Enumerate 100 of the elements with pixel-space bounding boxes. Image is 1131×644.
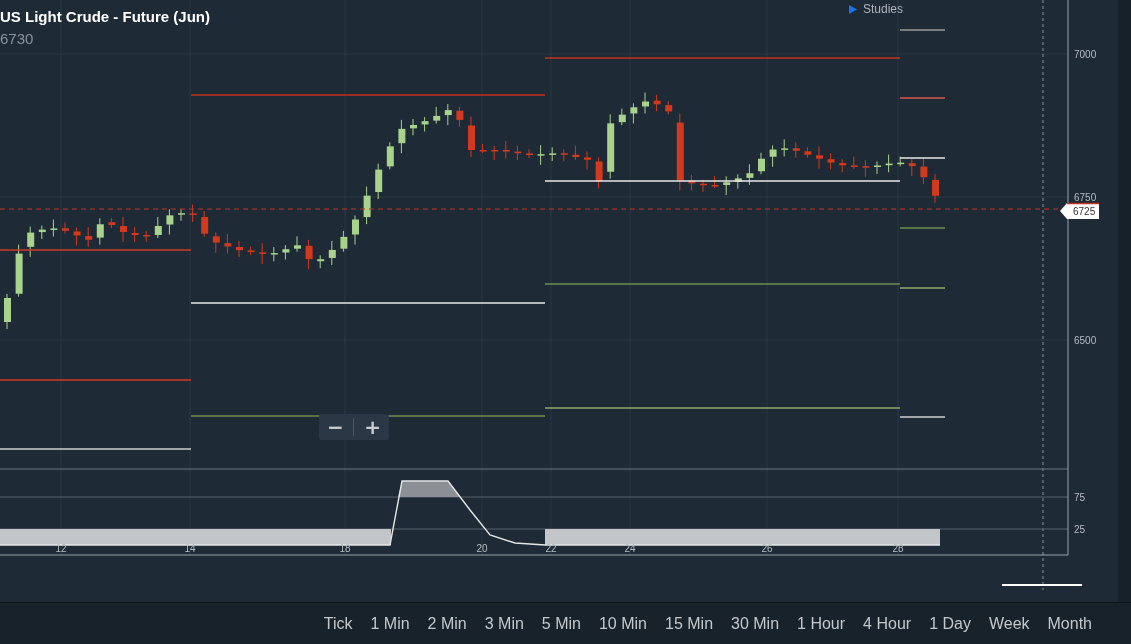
studies-toggle[interactable]: Studies xyxy=(848,2,904,16)
timeframe-button[interactable]: Week xyxy=(979,614,1039,633)
timeframe-button[interactable]: 1 Day xyxy=(920,614,980,633)
candle xyxy=(317,254,325,269)
candle xyxy=(224,233,232,254)
candle xyxy=(398,119,406,154)
candle xyxy=(120,216,127,243)
timeframe-button[interactable]: Month xyxy=(1038,614,1101,633)
current-price-tag xyxy=(1060,202,1100,219)
candle xyxy=(572,145,580,161)
zoom-out-button[interactable]: − xyxy=(320,417,350,437)
candle xyxy=(131,226,139,243)
candle xyxy=(201,210,209,238)
candle xyxy=(178,208,185,222)
level-line xyxy=(899,29,946,31)
candle xyxy=(270,246,278,262)
time-axis-label: 20 xyxy=(476,543,488,554)
indicator-axis-label: 75 xyxy=(1074,492,1086,503)
price-axis-label: 6500 xyxy=(1074,335,1097,346)
candle xyxy=(352,215,359,245)
candle xyxy=(607,113,615,180)
timeframe-button[interactable]: Tick xyxy=(314,614,362,633)
level-line xyxy=(899,287,946,289)
timeframe-button[interactable]: 4 Hour xyxy=(854,614,921,633)
timeframe-button[interactable]: 5 Min xyxy=(532,614,590,633)
candle xyxy=(816,145,823,170)
timeframe-button[interactable]: 30 Min xyxy=(722,614,789,633)
time-axis-label: 22 xyxy=(545,543,557,554)
candle xyxy=(154,216,162,239)
timeframe-button[interactable]: 15 Min xyxy=(656,614,723,633)
candle xyxy=(143,230,151,243)
candle xyxy=(502,140,510,159)
time-axis-label: 18 xyxy=(339,543,351,554)
candle xyxy=(73,226,81,246)
candle xyxy=(827,152,835,171)
candle xyxy=(526,149,533,159)
candle xyxy=(328,240,336,266)
zoom-in-button[interactable]: + xyxy=(358,417,388,437)
candle xyxy=(62,221,69,235)
candle xyxy=(294,235,301,253)
candle xyxy=(189,203,197,223)
current-price: 6725 xyxy=(1073,206,1096,217)
candle xyxy=(723,175,731,196)
price-axis-label: 6750 xyxy=(1074,192,1097,203)
candle xyxy=(792,141,800,159)
level-line xyxy=(899,157,946,159)
scroll-indicator[interactable] xyxy=(1001,584,1083,586)
candle xyxy=(479,143,487,154)
indicator-axis-label: 25 xyxy=(1074,524,1086,535)
candle xyxy=(433,106,441,125)
candle xyxy=(746,163,754,186)
candle xyxy=(595,157,603,189)
last-price: 6730 xyxy=(0,30,34,47)
candle xyxy=(804,146,812,159)
candle xyxy=(38,225,46,240)
timeframe-button[interactable]: 2 Min xyxy=(418,614,476,633)
candle xyxy=(618,108,626,126)
candle xyxy=(908,158,916,177)
time-axis-label: 12 xyxy=(55,543,67,554)
candle xyxy=(781,138,789,157)
candle xyxy=(375,163,383,200)
instrument-title: US Light Crude - Future (Jun) xyxy=(0,8,210,25)
timeframe-button[interactable]: 1 Min xyxy=(361,614,419,633)
candle xyxy=(560,148,568,162)
candle xyxy=(897,156,905,167)
candle xyxy=(85,226,93,248)
candle xyxy=(642,92,649,114)
candle xyxy=(665,100,673,115)
candle xyxy=(236,240,243,258)
candle xyxy=(27,226,35,258)
timeframe-button[interactable]: 1 Hour xyxy=(788,614,855,633)
candle xyxy=(340,230,348,253)
level-line xyxy=(899,227,946,229)
candle xyxy=(166,208,174,235)
candle xyxy=(758,152,765,175)
candle xyxy=(108,217,116,229)
candle xyxy=(734,173,742,190)
candle xyxy=(711,175,719,189)
candle xyxy=(410,118,417,136)
candle xyxy=(456,106,464,128)
time-axis-label: 14 xyxy=(184,543,196,554)
timeframe-button[interactable]: 10 Min xyxy=(589,614,656,633)
candle xyxy=(537,144,545,166)
candle xyxy=(468,116,475,158)
candle xyxy=(932,173,939,204)
candle xyxy=(630,102,638,124)
level-line xyxy=(899,416,946,418)
candle xyxy=(839,158,847,173)
price-axis-label: 7000 xyxy=(1074,49,1097,60)
candle xyxy=(885,154,893,173)
timeframe-button[interactable]: 3 Min xyxy=(475,614,533,633)
candle xyxy=(584,150,591,171)
candle xyxy=(700,179,707,193)
candle xyxy=(259,242,267,265)
candle xyxy=(850,155,858,170)
candle xyxy=(212,231,220,254)
candle xyxy=(862,159,870,178)
time-axis-label: 26 xyxy=(761,543,773,554)
candle xyxy=(4,293,11,330)
candle xyxy=(421,116,429,132)
